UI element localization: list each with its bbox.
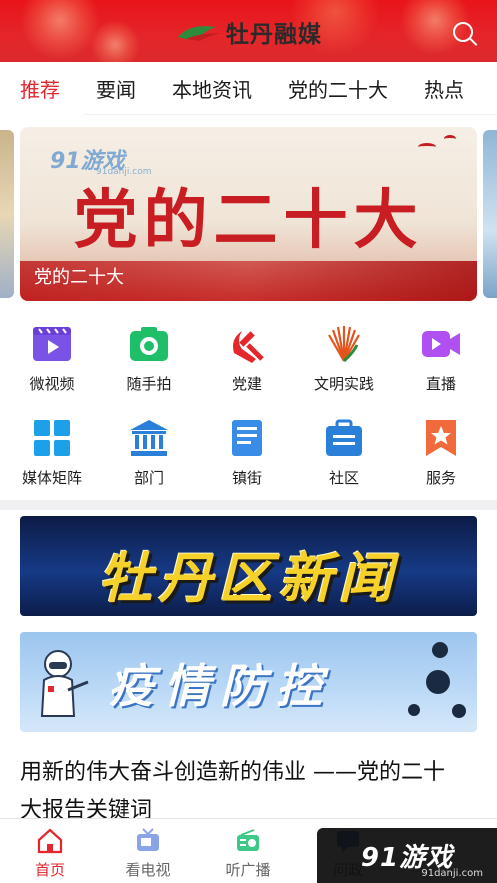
virus-icon xyxy=(452,704,466,718)
tab-headlines[interactable]: 要闻 xyxy=(78,74,154,103)
tab-local-news[interactable]: 本地资讯 xyxy=(154,74,270,103)
grid-label: 部门 xyxy=(133,469,164,487)
virus-icon xyxy=(408,704,420,716)
app-name: 牡丹融媒 xyxy=(226,21,322,48)
feature-section: 牡丹区新闻 疫情防控 用新的伟大奋斗创造新的伟业 ——党的二十大报告关键词 xyxy=(0,510,497,823)
grid-item-departments[interactable]: 部门 xyxy=(104,417,194,488)
peony-logo-icon xyxy=(176,21,222,43)
grid-label: 服务 xyxy=(425,469,456,487)
carousel-next-card[interactable] xyxy=(483,130,497,298)
watermark-sub: 91danji.com xyxy=(421,868,483,879)
nav-label: 看电视 xyxy=(125,861,171,879)
dove-icon xyxy=(418,143,436,151)
tab-recommend[interactable]: 推荐 xyxy=(0,74,78,103)
virus-icon xyxy=(426,670,450,694)
virus-icon xyxy=(432,642,448,658)
section-divider xyxy=(0,500,497,510)
live-camera-icon xyxy=(420,323,462,365)
grid-item-live[interactable]: 直播 xyxy=(396,323,486,394)
banner-title: 党的二十大 xyxy=(73,183,424,258)
grid-item-micro-video[interactable]: 微视频 xyxy=(7,323,97,394)
grid-item-snapshot[interactable]: 随手拍 xyxy=(104,323,194,394)
video-play-icon xyxy=(31,323,73,365)
local-news-banner-text: 牡丹区新闻 xyxy=(98,546,399,610)
fan-emblem-icon xyxy=(323,323,365,365)
radio-icon xyxy=(234,827,262,855)
search-icon[interactable] xyxy=(453,22,473,42)
grid-label: 党建 xyxy=(231,375,262,393)
banner-caption: 党的二十大 xyxy=(34,267,124,288)
local-news-banner[interactable]: 牡丹区新闻 xyxy=(20,516,477,616)
firework-decoration xyxy=(20,0,100,60)
medical-worker-icon xyxy=(34,646,90,726)
banner-slide[interactable]: 91游戏 91danji.com 党的二十大 党的二十大 xyxy=(20,127,477,301)
tv-icon xyxy=(134,827,162,855)
nav-label: 听广播 xyxy=(225,861,271,879)
category-tabs: 推荐 要闻 本地资讯 党的二十大 热点 xyxy=(0,62,497,114)
service-grid: 微视频 随手拍 党建 文明实践 直播 媒体矩阵 部门 镇街 社区 服务 xyxy=(0,305,497,500)
grid-label: 随手拍 xyxy=(126,375,172,393)
epidemic-control-banner[interactable]: 疫情防控 xyxy=(20,632,477,732)
grid-item-towns[interactable]: 镇街 xyxy=(202,417,292,488)
grid-item-party-building[interactable]: 党建 xyxy=(202,323,292,394)
nav-tv[interactable]: 看电视 xyxy=(118,827,178,880)
party-emblem-icon xyxy=(226,323,268,365)
grid-item-community[interactable]: 社区 xyxy=(299,417,389,488)
grid-label: 微视频 xyxy=(29,375,75,393)
grid-label: 社区 xyxy=(328,469,359,487)
grid-blocks-icon xyxy=(31,417,73,459)
nav-radio[interactable]: 听广播 xyxy=(218,827,278,880)
tab-hot[interactable]: 热点 xyxy=(406,74,482,103)
app-logo: 牡丹融媒 xyxy=(176,14,322,50)
grid-label: 媒体矩阵 xyxy=(21,469,82,487)
nav-label: 首页 xyxy=(34,861,65,879)
grid-label: 直播 xyxy=(425,375,456,393)
grid-item-services[interactable]: 服务 xyxy=(396,417,486,488)
grid-item-civilization-practice[interactable]: 文明实践 xyxy=(299,323,389,394)
bookmark-star-icon xyxy=(420,417,462,459)
camera-icon xyxy=(128,323,170,365)
nav-home[interactable]: 首页 xyxy=(20,827,80,880)
home-icon xyxy=(36,827,64,855)
carousel-prev-card[interactable] xyxy=(0,130,14,298)
document-icon xyxy=(226,417,268,459)
epidemic-control-text: 疫情防控 xyxy=(108,659,332,713)
grid-label: 镇街 xyxy=(231,469,262,487)
briefcase-list-icon xyxy=(323,417,365,459)
tab-congress[interactable]: 党的二十大 xyxy=(270,74,406,103)
grid-item-media-matrix[interactable]: 媒体矩阵 xyxy=(7,417,97,488)
dove-icon xyxy=(444,135,456,143)
firework-decoration xyxy=(90,20,140,62)
building-icon xyxy=(128,417,170,459)
banner-carousel: 91游戏 91danji.com 党的二十大 党的二十大 xyxy=(0,115,497,305)
site-watermark: 91游戏 91danji.com xyxy=(317,828,497,883)
app-header: 牡丹融媒 xyxy=(0,0,497,62)
grid-label: 文明实践 xyxy=(313,375,374,393)
